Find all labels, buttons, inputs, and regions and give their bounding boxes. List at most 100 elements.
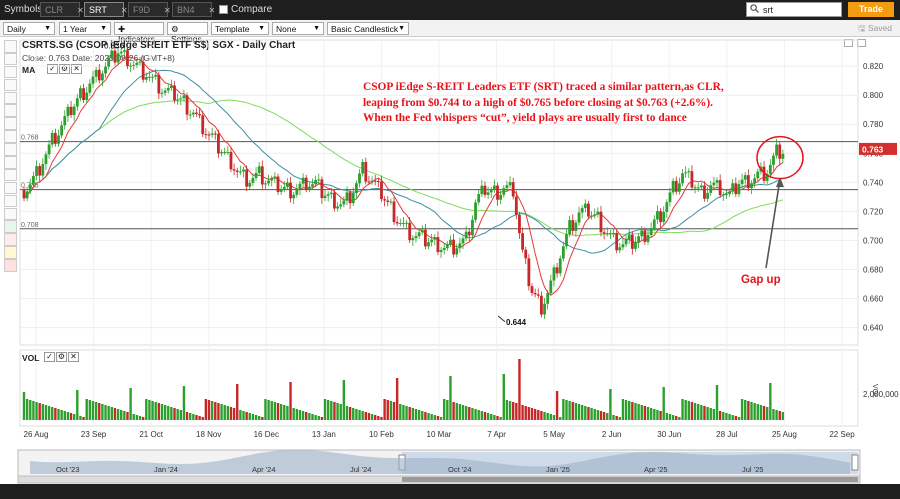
symbol-tab-srt[interactable]: SRT ✕ — [84, 2, 128, 17]
volume-bar — [279, 404, 283, 420]
candle — [100, 73, 104, 81]
close-icon[interactable]: ✕ — [71, 64, 82, 74]
pointer-tool-icon[interactable] — [4, 52, 17, 66]
y-tick-label: 0.760 — [863, 149, 884, 158]
arrow-down-icon[interactable] — [4, 233, 17, 246]
volume-bar — [170, 407, 173, 420]
volume-bar — [715, 385, 719, 420]
fib-retracement-icon[interactable] — [4, 143, 17, 156]
overlay-select[interactable]: None ▼ — [272, 22, 324, 35]
volume-bar — [433, 415, 436, 420]
trend-line-icon[interactable] — [4, 117, 17, 130]
candle — [568, 220, 572, 235]
gann-icon[interactable] — [4, 168, 17, 182]
candle — [445, 244, 449, 248]
candle — [590, 215, 593, 217]
candle — [464, 231, 468, 239]
close-icon[interactable]: ✕ — [164, 6, 171, 15]
interval-select[interactable]: Daily ▼ — [3, 22, 55, 35]
volume-bar — [132, 414, 135, 420]
candle — [148, 76, 151, 78]
candle — [496, 185, 499, 200]
symbol-tab-bn4[interactable]: BN4 ✕ — [172, 2, 215, 17]
y-tick-label: 0.800 — [863, 91, 884, 100]
volume-bar — [442, 399, 446, 420]
volume-bar — [98, 403, 101, 420]
volume-bar — [414, 409, 418, 420]
symbol-label: CLR — [45, 5, 64, 15]
search-input[interactable] — [746, 2, 842, 17]
candle — [166, 88, 170, 91]
ellipse-icon[interactable] — [4, 194, 17, 208]
volume-bar — [32, 401, 35, 420]
volume-bar — [129, 388, 132, 420]
range-select[interactable]: 1 Year ▼ — [59, 22, 111, 35]
candle — [728, 191, 731, 194]
volume-bar — [176, 409, 179, 420]
channel-icon[interactable] — [4, 130, 17, 143]
settings-button[interactable]: ⚙ Settings — [167, 22, 208, 44]
line-tool-icon[interactable] — [4, 65, 17, 79]
volume-axis-label: VOL — [871, 384, 878, 398]
range-value: 1 Year — [63, 24, 88, 34]
highlighter-icon[interactable] — [4, 246, 17, 259]
crosshair-tool-icon[interactable] — [4, 40, 17, 53]
chart-style-select[interactable]: Basic Candlestick ▼ — [327, 22, 409, 35]
symbol-tab-f9d[interactable]: F9D ✕ — [128, 2, 171, 17]
volume-bar — [471, 408, 474, 420]
check-icon[interactable]: ✓ — [47, 64, 58, 74]
candle — [687, 171, 691, 173]
close-icon[interactable]: ✕ — [209, 6, 216, 15]
ray-tool-icon[interactable] — [4, 78, 17, 92]
window-restore-icon[interactable] — [844, 39, 853, 47]
candle — [458, 243, 462, 249]
check-icon[interactable]: ✓ — [44, 352, 55, 362]
volume-bar — [402, 405, 405, 420]
close-icon[interactable]: ✕ — [68, 352, 79, 362]
candle — [242, 169, 245, 172]
indicators-button[interactable]: ✚ Indicators — [114, 22, 164, 44]
vertical-line-icon[interactable] — [4, 91, 17, 105]
horizontal-line-icon[interactable] — [4, 104, 17, 117]
gap-up-label: Gap up — [741, 274, 781, 286]
close-icon[interactable]: ✕ — [77, 6, 84, 15]
volume-bar — [731, 415, 734, 420]
text-tool-icon[interactable] — [4, 207, 17, 221]
candle — [364, 162, 368, 182]
candle — [264, 183, 267, 185]
volume-bar — [408, 407, 411, 420]
volume-bar — [214, 402, 217, 420]
candle — [734, 183, 738, 195]
volume-bar — [305, 412, 308, 420]
fib-fan-icon[interactable] — [4, 156, 17, 169]
candle — [132, 64, 136, 66]
symbol-label: BN4 — [177, 5, 195, 15]
template-select[interactable]: Template ▼ — [211, 22, 269, 35]
price-chart[interactable]: 0.768 0.735 0.708 0.640 0.660 0.680 0.700 0.72… — [0, 0, 900, 499]
gear-icon[interactable]: ⚙ — [59, 64, 70, 74]
volume-bar — [182, 386, 186, 420]
y-tick-label: 0.740 — [863, 178, 884, 187]
volume-bar — [599, 411, 603, 420]
y-tick-label: 0.720 — [863, 207, 884, 216]
volume-bar — [653, 409, 656, 420]
arrow-up-icon[interactable] — [4, 220, 17, 233]
volume-bar — [242, 411, 245, 420]
horizontal-line-label: 0.768 — [21, 135, 39, 142]
candle — [574, 222, 578, 231]
trade-button[interactable]: Trade — [848, 2, 894, 17]
volume-bar — [628, 401, 631, 420]
symbol-tab-clr[interactable]: CLR ✕ — [40, 2, 84, 17]
candle — [630, 234, 634, 249]
candle — [395, 222, 399, 224]
volume-bar — [141, 417, 145, 420]
rectangle-icon[interactable] — [4, 181, 17, 195]
candle — [467, 231, 471, 236]
window-maximize-icon[interactable] — [857, 39, 866, 47]
close-icon[interactable]: ✕ — [121, 6, 128, 15]
candle — [505, 185, 509, 189]
eraser-icon[interactable] — [4, 259, 17, 272]
volume-bar — [681, 399, 684, 420]
compare-checkbox[interactable] — [219, 5, 228, 14]
gear-icon[interactable]: ⚙ — [56, 352, 67, 362]
